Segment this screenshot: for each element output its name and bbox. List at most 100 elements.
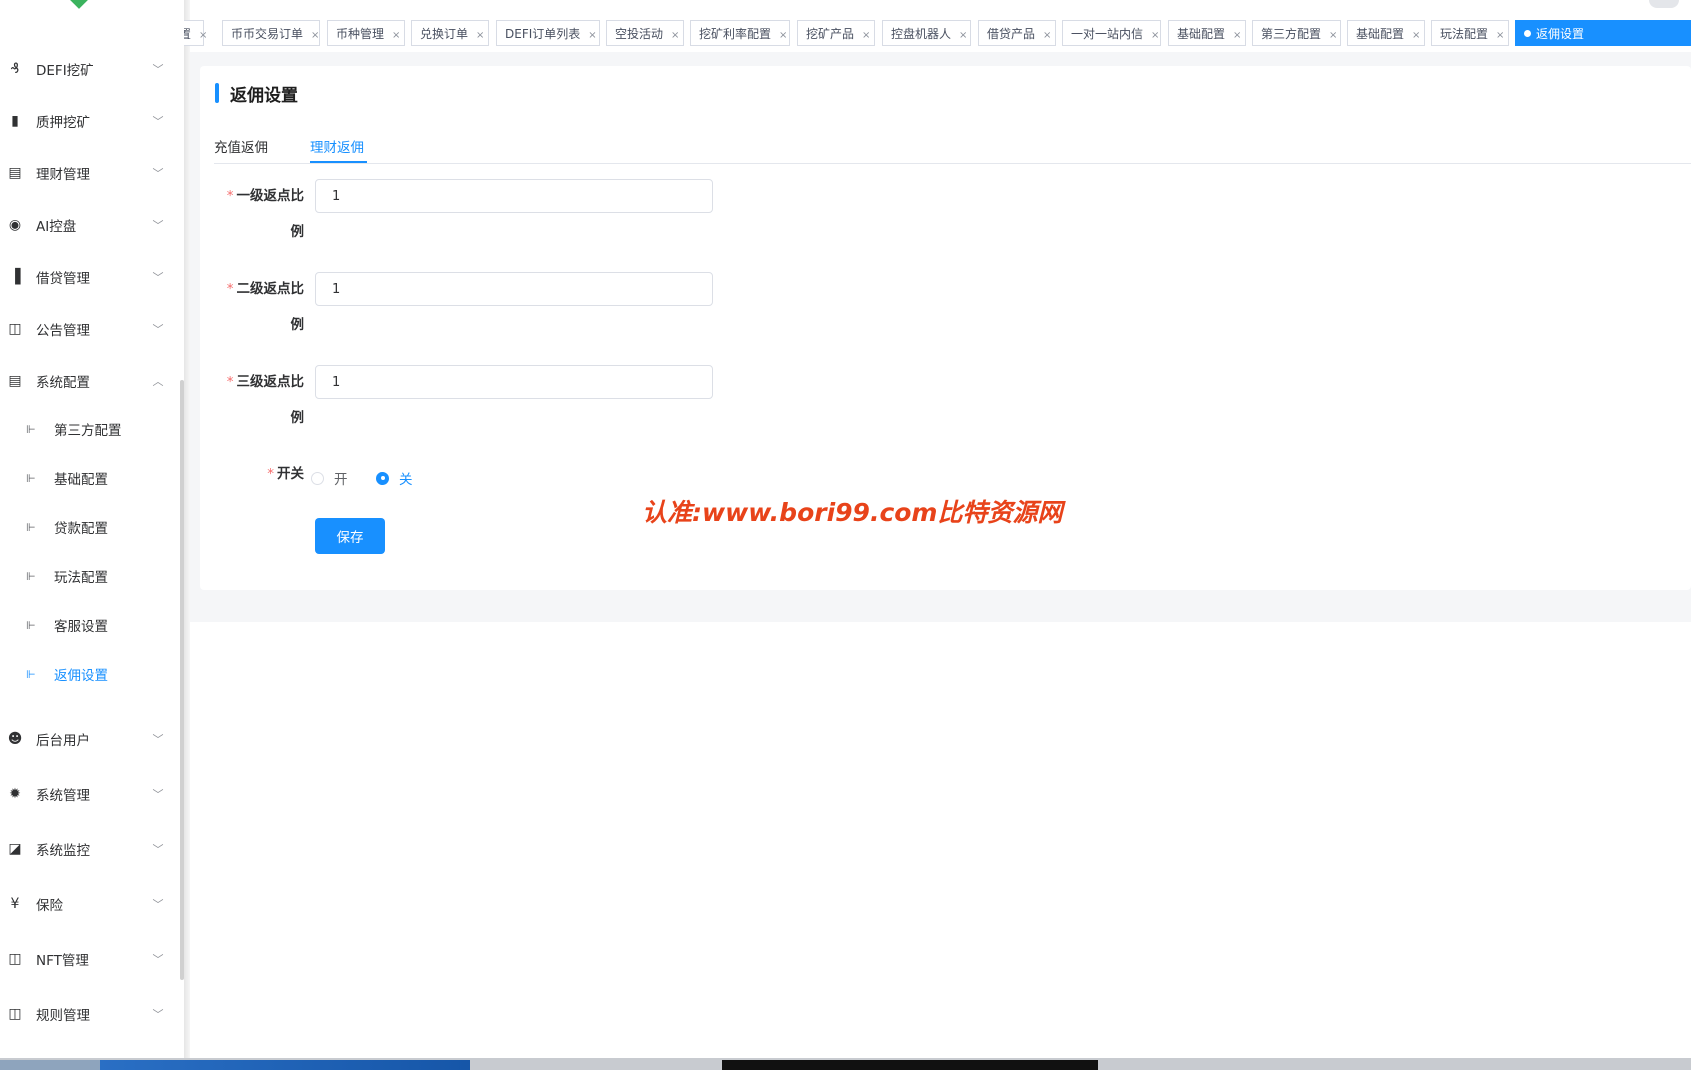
submenu-item-commission-settings[interactable]: ⊩ 返佣设置 — [0, 649, 178, 699]
menu-item-system-management[interactable]: ✹ 系统管理 ﹀ — [0, 766, 178, 822]
tab[interactable]: 兑换订单 × — [411, 20, 489, 46]
menu-label: 保险 — [36, 898, 63, 914]
required-mark: * — [226, 188, 234, 204]
tab[interactable]: 挖矿产品 × — [797, 20, 875, 46]
chevron-up-icon: ︿ — [152, 375, 164, 388]
tab-finance-commission[interactable]: 理财返佣 — [310, 136, 364, 156]
taskbar-segment — [100, 1060, 470, 1070]
tab[interactable]: 币种管理 × — [327, 20, 405, 46]
tab[interactable]: 基础配置 × — [1347, 20, 1425, 46]
chevron-down-icon: ﹀ — [152, 219, 164, 232]
menu-item-rules-management[interactable]: ◫ 规则管理 ﹀ — [0, 986, 178, 1042]
tab-active[interactable]: 返佣设置 — [1515, 20, 1691, 46]
menu-item-insurance[interactable]: ¥ 保险 ﹀ — [0, 876, 178, 932]
active-tab-indicator — [310, 161, 367, 163]
menu-item-system-config[interactable]: ▤ 系统配置 ︿ — [0, 353, 178, 409]
robot-icon: ◉ — [8, 217, 22, 233]
close-icon[interactable]: × — [311, 30, 319, 41]
avatar[interactable] — [1649, 0, 1679, 8]
submenu-item-basic-config[interactable]: ⊩ 基础配置 — [0, 453, 178, 503]
menu-item-system-monitor[interactable]: ◪ 系统监控 ﹀ — [0, 821, 178, 877]
menu-item-lending[interactable]: ▐ 借贷管理 ﹀ — [0, 249, 178, 305]
close-icon[interactable]: × — [671, 30, 679, 41]
tab[interactable]: 一对一站内信 × — [1062, 20, 1161, 46]
tree-icon: ⊩ — [26, 422, 36, 436]
level3-ratio-input[interactable] — [315, 365, 713, 399]
tree-icon: ⊩ — [26, 667, 36, 681]
users-icon: ☻ — [7, 731, 23, 747]
menu-label: 后台用户 — [36, 733, 90, 749]
menu-item-nft-management[interactable]: ◫ NFT管理 ﹀ — [0, 931, 178, 987]
tab[interactable]: 控盘机器人 × — [882, 20, 971, 46]
close-icon[interactable]: × — [959, 30, 967, 41]
radio-off[interactable]: 关 — [376, 468, 413, 488]
submenu-label: 返佣设置 — [54, 668, 108, 684]
menu-label: 理财管理 — [36, 167, 90, 183]
tab[interactable]: 基础配置 × — [1168, 20, 1246, 46]
radio-circle-icon[interactable] — [311, 471, 324, 485]
required-mark: * — [226, 374, 234, 390]
menu-item-announcements[interactable]: ◫ 公告管理 ﹀ — [0, 301, 178, 357]
tab-label: 借贷产品 — [987, 27, 1036, 41]
chevron-down-icon: ﹀ — [152, 843, 164, 856]
close-icon[interactable]: × — [199, 30, 207, 41]
menu-item-staking-mining[interactable]: ▮ 质押挖矿 ﹀ — [0, 93, 178, 149]
menu-label: 公告管理 — [36, 323, 90, 339]
tab[interactable]: 挖矿利率配置 × — [690, 20, 790, 46]
tab[interactable]: 第三方配置 × — [1252, 20, 1341, 46]
tab-label: 挖矿产品 — [806, 27, 855, 41]
radio-circle-icon[interactable] — [376, 471, 389, 485]
tab[interactable]: 置 × — [184, 20, 207, 46]
radio-on[interactable]: 开 — [311, 468, 348, 488]
menu-item-defi-mining[interactable]: ₰ DEFI挖矿 ﹀ — [0, 41, 178, 97]
menu-label: 系统配置 — [36, 375, 90, 391]
coins-icon: ₰ — [10, 61, 20, 77]
label-text: 例 — [290, 410, 305, 426]
tab-label: DEFI订单列表 — [505, 27, 581, 41]
menu-item-ai-control[interactable]: ◉ AI控盘 ﹀ — [0, 197, 178, 253]
open-book-icon: ◫ — [8, 951, 22, 967]
tab[interactable]: 币币交易订单 × — [222, 20, 320, 46]
close-icon[interactable]: × — [1151, 30, 1159, 41]
submenu-label: 客服设置 — [54, 619, 108, 635]
submenu-item-customer-service[interactable]: ⊩ 客服设置 — [0, 600, 178, 650]
field-label-level2-cont: 例 — [214, 307, 305, 343]
chevron-down-icon: ﹀ — [152, 115, 164, 128]
level1-ratio-input[interactable] — [315, 179, 713, 213]
tab[interactable]: 玩法配置 × — [1431, 20, 1509, 46]
submenu-item-loan-config[interactable]: ⊩ 贷款配置 — [0, 502, 178, 552]
label-text: 一级返点比 — [236, 188, 305, 204]
field-label-level3-cont: 例 — [214, 400, 305, 436]
close-icon[interactable]: × — [1043, 30, 1051, 41]
field-label-level2: * 二级返点比 — [214, 271, 304, 307]
tab-recharge-commission[interactable]: 充值返佣 — [214, 136, 268, 156]
chevron-down-icon: ﹀ — [152, 167, 164, 180]
tab[interactable]: DEFI订单列表 × — [496, 20, 600, 46]
save-button[interactable]: 保存 — [315, 518, 385, 554]
close-icon[interactable]: × — [779, 30, 787, 41]
tab[interactable]: 空投活动 × — [606, 20, 684, 46]
close-icon[interactable]: × — [392, 30, 400, 41]
submenu-item-gameplay-config[interactable]: ⊩ 玩法配置 — [0, 551, 178, 601]
chevron-down-icon: ﹀ — [152, 733, 164, 746]
switch-label: * 开关 — [214, 456, 304, 492]
chevron-down-icon: ﹀ — [152, 898, 164, 911]
level2-ratio-input[interactable] — [315, 272, 713, 306]
book-icon: ▐ — [9, 269, 21, 285]
tab-label: 基础配置 — [1177, 27, 1226, 41]
close-icon[interactable]: × — [1329, 30, 1337, 41]
tab-label: 基础配置 — [1356, 27, 1405, 41]
close-icon[interactable]: × — [1412, 30, 1420, 41]
close-icon[interactable]: × — [1496, 30, 1504, 41]
submenu-item-third-party-config[interactable]: ⊩ 第三方配置 — [0, 404, 178, 454]
open-book-icon: ◫ — [8, 321, 22, 337]
close-icon[interactable]: × — [862, 30, 870, 41]
close-icon[interactable]: × — [476, 30, 484, 41]
menu-item-admin-users[interactable]: ☻ 后台用户 ﹀ — [0, 711, 178, 767]
close-icon[interactable]: × — [588, 30, 596, 41]
tab[interactable]: 借贷产品 × — [978, 20, 1056, 46]
menu-item-finance[interactable]: ▤ 理财管理 ﹀ — [0, 145, 178, 201]
close-icon[interactable]: × — [1233, 30, 1241, 41]
label-text: 例 — [290, 317, 305, 333]
field-label-level1-cont: 例 — [214, 214, 305, 250]
